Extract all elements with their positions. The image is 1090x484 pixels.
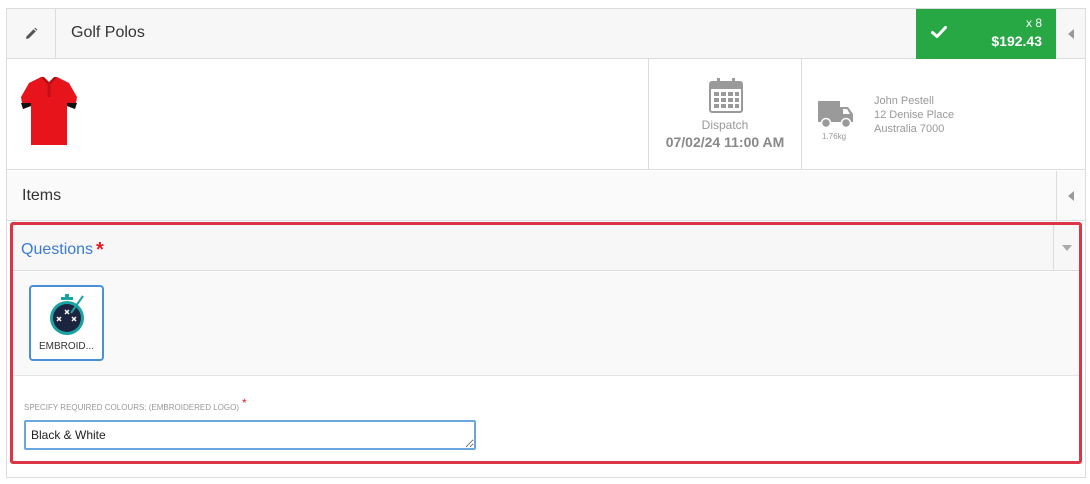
shipping-info: 1.76kg John Pestell 12 Denise Place Aust… [802,59,1085,170]
caret-left-icon [1067,28,1074,39]
edit-button[interactable] [7,9,56,58]
dispatch-date: 07/02/24 11:00 AM [665,134,785,150]
package-weight: 1.76kg [822,132,847,141]
pencil-icon [26,27,38,39]
quantity-label: x 8 [1025,16,1042,30]
dispatch-label: Dispatch [701,118,749,132]
items-section-header[interactable]: Items [7,171,1085,221]
questions-panel: Questions * EMBROID... SPECIFY REQUIRED … [10,222,1082,464]
check-icon [931,26,947,38]
product-image [21,77,77,145]
question-options: EMBROID... [13,272,1079,376]
colour-question-field: SPECIFY REQUIRED COLOURS: (EMBROIDERED L… [13,377,1079,461]
address-region: Australia 7000 [874,123,945,135]
questions-header[interactable]: Questions * [13,225,1079,271]
items-label: Items [22,187,62,204]
colour-field-label: SPECIFY REQUIRED COLOURS: (EMBROIDERED L… [24,396,247,413]
address-street: 12 Denise Place [874,109,955,121]
caret-down-icon [1061,245,1072,251]
colours-input[interactable]: Black & White [24,420,476,450]
card-header: Golf Polos x 8 $192.43 [7,9,1085,59]
dispatch-info: Dispatch 07/02/24 11:00 AM [648,59,802,170]
header-collapse-button[interactable] [1056,9,1085,58]
questions-toggle-button[interactable] [1053,225,1079,271]
caret-left-icon [1068,191,1074,201]
delivery-address: John Pestell 12 Denise Place Australia 7… [874,94,954,136]
colour-field-label-text: SPECIFY REQUIRED COLOURS: (EMBROIDERED L… [24,403,239,412]
required-asterisk: * [96,239,104,261]
required-asterisk: * [242,396,247,410]
questions-title: Questions * [21,237,104,261]
address-name: John Pestell [874,95,934,107]
option-card-embroidery[interactable]: EMBROID... [29,285,104,361]
calendar-icon [709,78,743,113]
items-toggle-button[interactable] [1056,171,1085,221]
price-summary-button[interactable]: x 8 $192.43 [916,9,1056,59]
total-price: $192.43 [991,33,1042,49]
order-details: Dispatch 07/02/24 11:00 AM 1.76kg John P… [7,59,1085,170]
truck-icon [818,101,853,129]
embroidery-icon [50,294,84,335]
questions-label: Questions [21,241,94,258]
product-title: Golf Polos [71,24,145,41]
option-label: EMBROID... [38,341,94,352]
